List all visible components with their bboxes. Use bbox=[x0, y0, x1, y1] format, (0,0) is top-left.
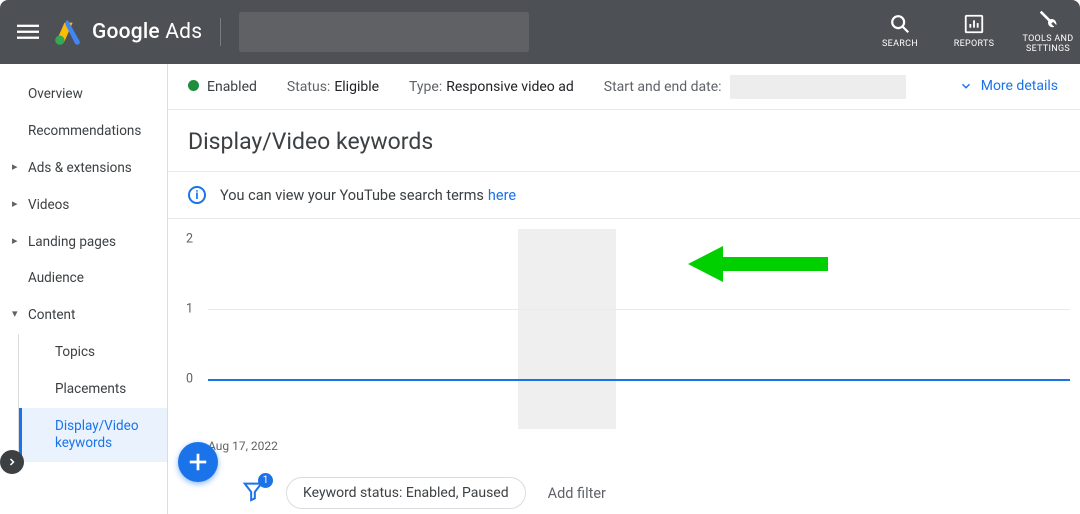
filter-funnel-button[interactable]: 1 bbox=[242, 480, 264, 506]
sidebar-item-placements[interactable]: Placements bbox=[19, 371, 167, 408]
wrench-icon bbox=[1037, 6, 1059, 32]
sidebar-item-recommendations[interactable]: Recommendations bbox=[0, 113, 167, 150]
search-icon bbox=[889, 11, 911, 37]
annotation-arrow bbox=[688, 244, 838, 284]
status-dot-icon bbox=[188, 80, 199, 91]
ads-logo-icon bbox=[54, 18, 82, 46]
top-actions: SEARCH REPORTS TOOLS AND SETTINGS bbox=[874, 6, 1074, 55]
sidebar-item-ads-extensions[interactable]: Ads & extensions bbox=[0, 150, 167, 187]
youtube-search-terms-link[interactable]: here bbox=[488, 187, 516, 204]
y-tick-2: 2 bbox=[186, 232, 193, 247]
sidebar-item-content[interactable]: Content bbox=[0, 297, 167, 334]
chart-highlight-band bbox=[518, 229, 616, 429]
filter-chip-keyword-status[interactable]: Keyword status: Enabled, Paused bbox=[286, 477, 526, 509]
chart: 2 1 0 bbox=[208, 239, 1070, 429]
search-button[interactable]: SEARCH bbox=[874, 6, 926, 55]
date-range: Start and end date: bbox=[604, 75, 906, 99]
type-value: Type:Responsive video ad bbox=[409, 79, 574, 95]
reports-button[interactable]: REPORTS bbox=[948, 6, 1000, 55]
tools-settings-button[interactable]: TOOLS AND SETTINGS bbox=[1022, 6, 1074, 55]
add-filter-button[interactable]: Add filter bbox=[548, 485, 606, 502]
hamburger-menu-icon[interactable] bbox=[16, 20, 40, 44]
more-details-toggle[interactable]: More details bbox=[959, 78, 1058, 94]
status-bar: Enabled Status:Eligible Type:Responsive … bbox=[168, 64, 1080, 110]
y-tick-0: 0 bbox=[186, 372, 193, 387]
sidebar-item-display-video-keywords[interactable]: Display/Video keywords bbox=[19, 408, 167, 462]
account-selector-redacted[interactable] bbox=[239, 12, 529, 52]
x-axis-start-label: Aug 17, 2022 bbox=[208, 439, 1080, 453]
brand-logo: Google Ads bbox=[54, 18, 202, 46]
status-enabled: Enabled bbox=[188, 79, 257, 95]
info-banner: i You can view your YouTube search terms… bbox=[168, 172, 1080, 219]
chart-area: 2 1 0 Aug 17, 2022 bbox=[168, 219, 1080, 453]
reports-icon bbox=[963, 11, 985, 37]
separator bbox=[220, 18, 221, 46]
sidebar-item-videos[interactable]: Videos bbox=[0, 187, 167, 224]
filter-row: 1 Keyword status: Enabled, Paused Add fi… bbox=[168, 472, 1080, 514]
plus-icon bbox=[187, 451, 209, 473]
brand-text: Google Ads bbox=[92, 20, 202, 44]
page-title: Display/Video keywords bbox=[168, 110, 1080, 172]
info-icon: i bbox=[188, 186, 206, 204]
brand-ads: Ads bbox=[165, 20, 202, 44]
sidebar: Overview Recommendations Ads & extension… bbox=[0, 64, 168, 514]
chevron-down-icon bbox=[959, 79, 973, 93]
sidebar-item-landing-pages[interactable]: Landing pages bbox=[0, 224, 167, 261]
sidebar-item-topics[interactable]: Topics bbox=[19, 334, 167, 371]
y-tick-1: 1 bbox=[186, 302, 193, 317]
fab-add-button[interactable] bbox=[178, 442, 218, 482]
sidebar-item-audience[interactable]: Audience bbox=[0, 260, 167, 297]
date-redacted bbox=[730, 75, 906, 99]
info-text: You can view your YouTube search terms bbox=[220, 187, 484, 204]
sidebar-item-overview[interactable]: Overview bbox=[0, 76, 167, 113]
status-eligible: Status:Eligible bbox=[287, 79, 379, 95]
filter-count-badge: 1 bbox=[258, 473, 273, 488]
sidebar-collapse-handle[interactable] bbox=[0, 450, 24, 474]
main-content: Enabled Status:Eligible Type:Responsive … bbox=[168, 64, 1080, 514]
chart-line bbox=[208, 379, 1070, 381]
brand-google: Google bbox=[92, 20, 160, 44]
topbar: Google Ads SEARCH REPORTS TOOLS AND SETT… bbox=[0, 0, 1080, 64]
